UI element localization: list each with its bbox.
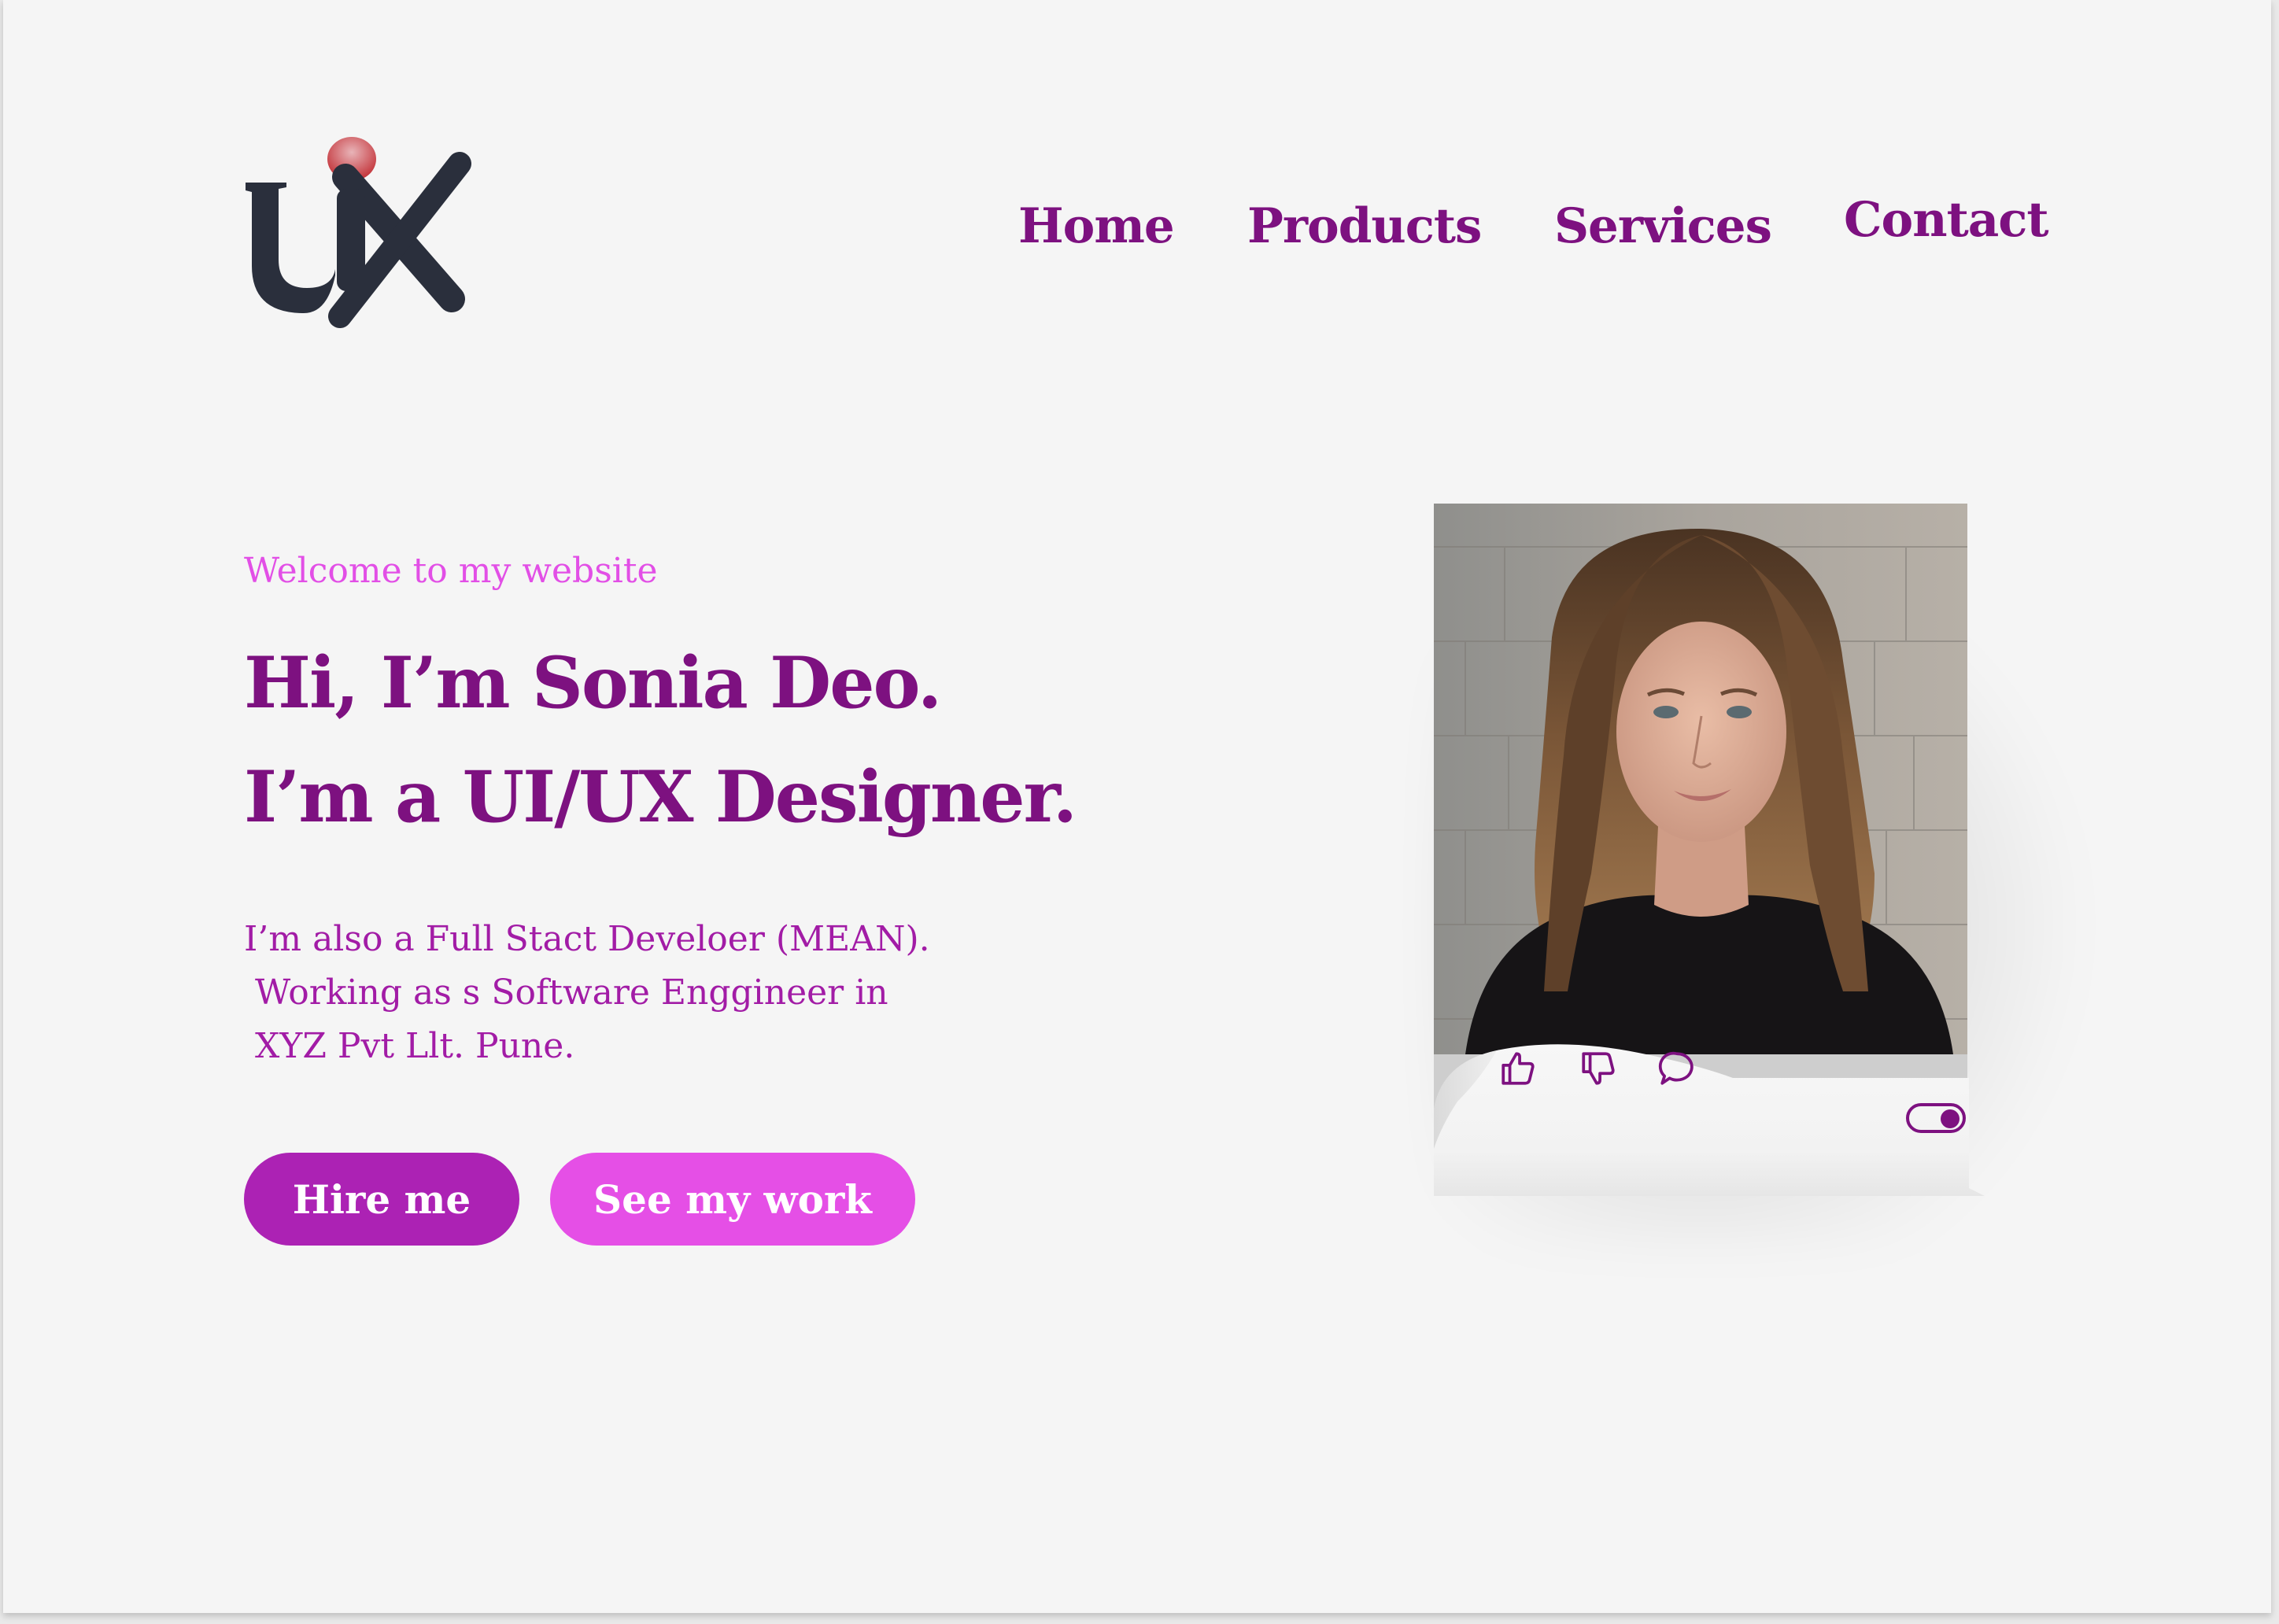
bio-line: I’m also a Full Stact Develoer (MEAN). bbox=[244, 919, 930, 959]
nav-home[interactable]: Home bbox=[1018, 198, 1175, 254]
bio-line: XYZ Pvt Llt. Pune. bbox=[244, 1026, 575, 1066]
nav-services[interactable]: Services bbox=[1554, 198, 1772, 254]
bio-text: I’m also a Full Stact Develoer (MEAN). W… bbox=[244, 913, 930, 1073]
headline-name: Hi, I’m Sonia Deo. bbox=[244, 641, 942, 725]
page-curl bbox=[1434, 991, 1985, 1196]
bio-line: Working as s Software Enggineer in bbox=[244, 973, 888, 1013]
toggle-knob bbox=[1941, 1109, 1959, 1128]
page: Home Products Services Contact Welcome t… bbox=[3, 0, 2271, 1613]
ux-logo[interactable] bbox=[239, 134, 475, 330]
thumbs-down-icon[interactable] bbox=[1579, 1049, 1618, 1088]
profile-photo bbox=[1434, 504, 1967, 1054]
thumbs-up-icon[interactable] bbox=[1498, 1049, 1538, 1088]
welcome-text: Welcome to my website bbox=[244, 551, 658, 591]
headline-role: I’m a UI/UX Designer. bbox=[244, 755, 1077, 839]
toggle-switch[interactable] bbox=[1906, 1103, 1966, 1133]
see-my-work-button[interactable]: See my work bbox=[550, 1153, 915, 1246]
hire-me-button[interactable]: Hire me bbox=[244, 1153, 519, 1246]
nav-contact[interactable]: Contact bbox=[1844, 192, 2049, 248]
comment-icon[interactable] bbox=[1657, 1049, 1697, 1088]
nav-products[interactable]: Products bbox=[1247, 198, 1482, 254]
